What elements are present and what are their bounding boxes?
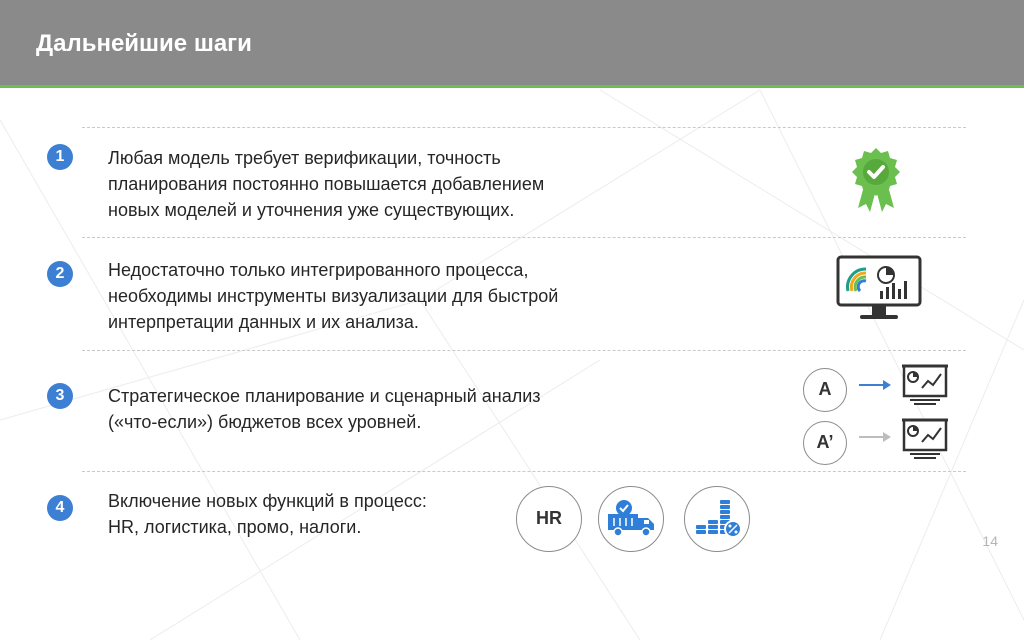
step-2-text: Недостаточно только интегрированного про… xyxy=(108,260,559,332)
step-1-number: 1 xyxy=(47,144,73,170)
award-badge-icon xyxy=(852,148,900,212)
scenario-a-circle: A xyxy=(803,368,847,412)
presentation-board-icon xyxy=(902,418,948,459)
step-1-text: Любая модель требует верификации, точнос… xyxy=(108,148,545,220)
scenario-a-prime-circle: A’ xyxy=(803,421,847,465)
presentation-board-icon xyxy=(902,364,948,405)
step-3-number: 3 xyxy=(47,383,73,409)
step-4-number: 4 xyxy=(47,495,73,521)
separator xyxy=(82,350,966,351)
header-bar: Дальнейшие шаги xyxy=(0,0,1024,88)
logistics-circle xyxy=(598,486,664,552)
page-title: Дальнейшие шаги xyxy=(36,30,252,57)
arrow-right-icon xyxy=(859,432,891,442)
step-3-text: Стратегическое планирование и сценарный … xyxy=(108,386,541,432)
separator xyxy=(82,471,966,472)
hr-circle: HR xyxy=(516,486,582,552)
coins-tax-icon xyxy=(696,500,742,538)
step-4-text: Включение новых функций в процесс: HR, л… xyxy=(108,491,427,537)
dashboard-monitor-icon xyxy=(836,255,922,319)
taxes-circle xyxy=(684,486,750,552)
delivery-truck-icon xyxy=(608,500,654,537)
separator xyxy=(82,127,966,128)
separator xyxy=(82,237,966,238)
step-2-number: 2 xyxy=(47,261,73,287)
page-number: 14 xyxy=(982,533,998,549)
arrow-right-icon xyxy=(859,380,891,390)
